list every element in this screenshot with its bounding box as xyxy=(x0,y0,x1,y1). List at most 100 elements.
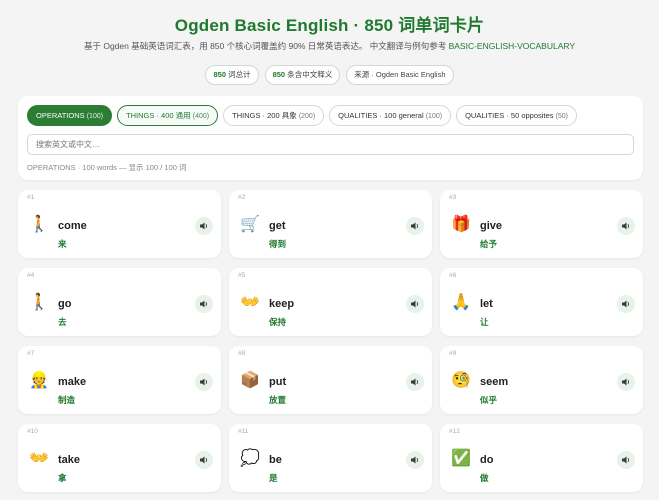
tab-label: THINGS · 400 通用 xyxy=(126,111,191,120)
card-translation: 做 xyxy=(480,473,489,483)
card-emoji-icon: 🚶 xyxy=(29,214,49,233)
stat-label: 来源 · Ogden Basic English xyxy=(354,70,446,79)
card-translation: 似乎 xyxy=(480,395,498,405)
stat-source: 来源 · Ogden Basic English xyxy=(346,65,454,85)
speaker-icon[interactable] xyxy=(406,295,424,313)
card-emoji-icon: 🙏 xyxy=(451,292,471,311)
card-translation: 让 xyxy=(480,317,489,327)
subtitle-text: 基于 Ogden 基础英语词汇表，用 850 个核心词覆盖约 90% 日常英语表… xyxy=(83,41,447,51)
page-subtitle: 基于 Ogden 基础英语词汇表，用 850 个核心词覆盖约 90% 日常英语表… xyxy=(0,40,659,52)
card-number: #10 xyxy=(27,428,38,435)
card-word: do xyxy=(480,454,494,466)
word-card[interactable]: #12 ✅ do 做 xyxy=(440,424,643,492)
speaker-icon[interactable] xyxy=(195,373,213,391)
tab-things-picturable[interactable]: THINGS · 200 具象 (200) xyxy=(223,105,325,126)
card-translation: 是 xyxy=(269,473,278,483)
page-title: Ogden Basic English · 850 词单词卡片 xyxy=(174,16,485,35)
card-translation: 保持 xyxy=(269,317,287,327)
card-word: take xyxy=(58,454,81,466)
card-emoji-icon: 🚶 xyxy=(29,292,49,311)
card-word: put xyxy=(269,376,287,388)
card-emoji-icon: 🧐 xyxy=(451,370,471,389)
speaker-icon[interactable] xyxy=(617,451,635,469)
card-number: #6 xyxy=(449,272,457,279)
tab-count: (100) xyxy=(86,113,104,120)
tab-count: (50) xyxy=(555,113,568,120)
tab-label: OPERATIONS xyxy=(36,111,85,120)
card-word: seem xyxy=(480,376,509,388)
speaker-icon[interactable] xyxy=(195,295,213,313)
word-card[interactable]: #6 🙏 let 让 xyxy=(440,268,643,336)
speaker-icon[interactable] xyxy=(406,451,424,469)
card-word: let xyxy=(480,298,493,310)
speaker-icon[interactable] xyxy=(617,295,635,313)
card-number: #9 xyxy=(449,350,457,357)
card-emoji-icon: 🛒 xyxy=(240,214,260,233)
card-emoji-icon: 💭 xyxy=(240,448,260,467)
tab-label: QUALITIES · 100 general xyxy=(338,111,424,120)
card-number: #8 xyxy=(238,350,246,357)
tab-qualities-general[interactable]: QUALITIES · 100 general (100) xyxy=(329,105,452,126)
card-word: get xyxy=(269,220,286,232)
speaker-icon[interactable] xyxy=(617,217,635,235)
speaker-icon[interactable] xyxy=(406,373,424,391)
tab-count: (100) xyxy=(425,113,443,120)
stat-label: 条含中文释义 xyxy=(287,70,333,79)
search-input[interactable] xyxy=(27,134,634,155)
card-translation: 来 xyxy=(58,239,67,249)
card-translation: 制造 xyxy=(58,395,76,405)
speaker-icon[interactable] xyxy=(406,217,424,235)
card-number: #12 xyxy=(449,428,460,435)
card-emoji-icon: 🎁 xyxy=(451,214,471,233)
source-link[interactable]: BASIC-ENGLISH-VOCABULARY xyxy=(449,41,575,51)
result-count: OPERATIONS · 100 words — 显示 100 / 100 词 xyxy=(27,163,187,172)
card-number: #5 xyxy=(238,272,246,279)
stat-total-words: 850 词总计 xyxy=(205,65,259,85)
tab-count: (200) xyxy=(298,113,316,120)
tab-count: (400) xyxy=(192,113,210,120)
card-translation: 放置 xyxy=(269,395,287,405)
card-number: #3 xyxy=(449,194,457,201)
word-card[interactable]: #11 💭 be 是 xyxy=(229,424,432,492)
tab-qualities-opposites[interactable]: QUALITIES · 50 opposites (50) xyxy=(456,105,577,126)
card-translation: 拿 xyxy=(58,473,67,483)
word-card[interactable]: #4 🚶 go 去 xyxy=(18,268,221,336)
tab-label: THINGS · 200 具象 xyxy=(232,111,297,120)
word-card[interactable]: #8 📦 put 放置 xyxy=(229,346,432,414)
stat-with-translation: 850 条含中文释义 xyxy=(264,65,341,85)
word-card-grid: #1 🚶 come 来 #2 🛒 get 得到 #3 🎁 give 给予 #4 🚶 go 去 #5 👐 ke… xyxy=(18,190,643,492)
card-word: make xyxy=(58,376,87,388)
card-emoji-icon: 👐 xyxy=(240,292,260,311)
card-word: be xyxy=(269,454,282,466)
speaker-icon[interactable] xyxy=(195,217,213,235)
word-card[interactable]: #5 👐 keep 保持 xyxy=(229,268,432,336)
card-translation: 给予 xyxy=(480,239,498,249)
card-number: #7 xyxy=(27,350,35,357)
word-card[interactable]: #3 🎁 give 给予 xyxy=(440,190,643,258)
card-word: go xyxy=(58,298,72,310)
stats-bar: 850 词总计 850 条含中文释义 来源 · Ogden Basic Engl… xyxy=(0,65,659,85)
filter-panel: OPERATIONS (100) THINGS · 400 通用 (400) T… xyxy=(18,96,643,180)
card-number: #11 xyxy=(238,428,249,435)
word-card[interactable]: #2 🛒 get 得到 xyxy=(229,190,432,258)
card-word: keep xyxy=(269,298,295,310)
word-card[interactable]: #9 🧐 seem 似乎 xyxy=(440,346,643,414)
word-card[interactable]: #7 👷 make 制造 xyxy=(18,346,221,414)
category-tabs: OPERATIONS (100) THINGS · 400 通用 (400) T… xyxy=(27,105,577,126)
card-emoji-icon: 👷 xyxy=(29,370,49,389)
stat-value: 850 xyxy=(213,70,226,79)
tab-things-general[interactable]: THINGS · 400 通用 (400) xyxy=(117,105,219,126)
card-translation: 得到 xyxy=(269,239,287,249)
card-emoji-icon: ✅ xyxy=(451,448,471,467)
speaker-icon[interactable] xyxy=(195,451,213,469)
tab-operations[interactable]: OPERATIONS (100) xyxy=(27,105,113,126)
card-translation: 去 xyxy=(58,317,67,327)
word-card[interactable]: #10 👐 take 拿 xyxy=(18,424,221,492)
speaker-icon[interactable] xyxy=(617,373,635,391)
stat-value: 850 xyxy=(272,70,286,79)
stat-label: 词总计 xyxy=(228,70,251,79)
card-number: #2 xyxy=(238,194,246,201)
word-card[interactable]: #1 🚶 come 来 xyxy=(18,190,221,258)
card-word: give xyxy=(480,220,503,232)
card-number: #4 xyxy=(27,272,35,279)
